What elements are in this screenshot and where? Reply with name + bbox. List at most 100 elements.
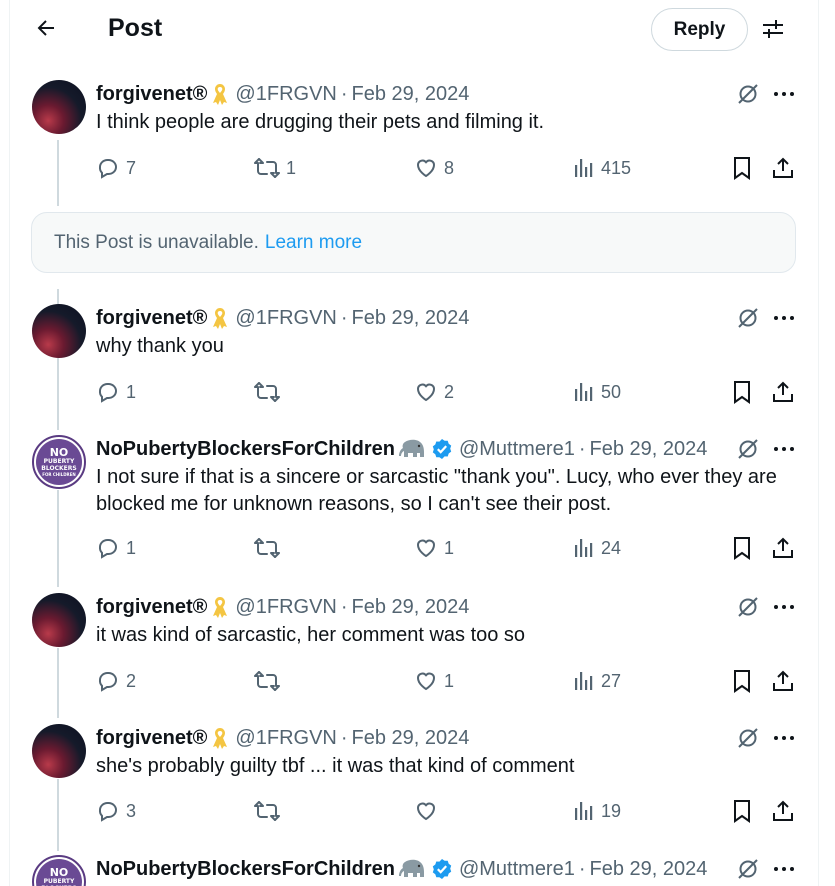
- grok-icon[interactable]: [735, 305, 761, 331]
- author-name[interactable]: forgivenet®: [96, 83, 207, 106]
- post-actions: 7 1 8 415: [0, 153, 835, 183]
- back-arrow-icon[interactable]: [30, 12, 62, 44]
- author-name[interactable]: NoPubertyBlockersForChildren: [96, 438, 395, 461]
- reply-count: 1: [126, 537, 137, 558]
- repost-icon: [254, 536, 280, 560]
- like-icon: [414, 669, 438, 693]
- author-handle[interactable]: @Muttmere1: [459, 438, 575, 461]
- reply-count: 3: [126, 800, 137, 821]
- share-icon[interactable]: [771, 377, 795, 407]
- post-date[interactable]: Feb 29, 2024: [352, 727, 470, 750]
- bookmark-icon[interactable]: [731, 377, 753, 407]
- views-action[interactable]: 24: [573, 533, 621, 563]
- views-action[interactable]: 50: [573, 377, 621, 407]
- post-actions: 2 1 27: [0, 666, 835, 696]
- grok-icon[interactable]: [735, 856, 761, 882]
- separator-dot: ·: [340, 595, 348, 618]
- view-count: 19: [601, 800, 622, 821]
- like-action[interactable]: 1: [414, 666, 454, 696]
- view-count: 27: [601, 670, 622, 691]
- author-handle[interactable]: @1FRGVN: [235, 596, 336, 619]
- like-action[interactable]: 1: [414, 533, 454, 563]
- reply-action[interactable]: 2: [96, 666, 136, 696]
- author-name[interactable]: NoPubertyBlockersForChildren: [96, 858, 395, 881]
- sliders-icon[interactable]: [757, 12, 789, 46]
- share-icon[interactable]: [771, 153, 795, 183]
- repost-action[interactable]: [254, 377, 286, 407]
- bookmark-icon[interactable]: [731, 666, 753, 696]
- more-options-icon[interactable]: [770, 594, 798, 620]
- repost-action[interactable]: [254, 666, 286, 696]
- repost-icon: [254, 799, 280, 823]
- separator-dot: ·: [578, 437, 586, 460]
- bookmark-icon[interactable]: [731, 533, 753, 563]
- post-date[interactable]: Feb 29, 2024: [352, 307, 470, 330]
- author-name[interactable]: forgivenet®: [96, 307, 207, 330]
- author-handle[interactable]: @1FRGVN: [235, 307, 336, 330]
- share-icon[interactable]: [771, 533, 795, 563]
- post-actions: 1 2 50: [0, 377, 835, 407]
- share-icon[interactable]: [771, 666, 795, 696]
- avatar[interactable]: NOPUBERTYBLOCKERSFOR CHILDREN: [32, 435, 86, 489]
- more-options-icon[interactable]: [770, 725, 798, 751]
- avatar[interactable]: [32, 80, 86, 134]
- repost-count: 1: [286, 157, 297, 178]
- learn-more-link[interactable]: Learn more: [265, 232, 362, 254]
- grok-icon[interactable]: [735, 594, 761, 620]
- more-options-icon[interactable]: [770, 436, 798, 462]
- repost-action[interactable]: [254, 796, 286, 826]
- unavailable-text: This Post is unavailable.: [54, 231, 259, 253]
- like-action[interactable]: [414, 796, 444, 826]
- grok-icon[interactable]: [735, 436, 761, 462]
- author-name[interactable]: forgivenet®: [96, 727, 207, 750]
- views-action[interactable]: 27: [573, 666, 621, 696]
- reply-action[interactable]: 7: [96, 153, 136, 183]
- unavailable-post-notice: This Post is unavailable. Learn more: [31, 212, 796, 273]
- avatar[interactable]: [32, 724, 86, 778]
- author-handle[interactable]: @1FRGVN: [235, 727, 336, 750]
- post-author-row: forgivenet® @1FRGVN · Feb 29, 2024: [96, 594, 469, 620]
- views-action[interactable]: 415: [573, 153, 631, 183]
- more-options-icon[interactable]: [770, 81, 798, 107]
- grok-icon[interactable]: [735, 725, 761, 751]
- reply-action[interactable]: 3: [96, 796, 136, 826]
- like-action[interactable]: 2: [414, 377, 454, 407]
- reply-icon: [96, 536, 120, 560]
- more-options-icon[interactable]: [770, 305, 798, 331]
- like-icon: [414, 156, 438, 180]
- reply-icon: [96, 156, 120, 180]
- author-name[interactable]: forgivenet®: [96, 596, 207, 619]
- views-action[interactable]: 19: [573, 796, 621, 826]
- avatar[interactable]: [32, 304, 86, 358]
- like-count: 1: [444, 670, 455, 691]
- post-text: it was kind of sarcastic, her comment wa…: [96, 624, 526, 646]
- repost-icon: [254, 669, 280, 693]
- share-icon[interactable]: [771, 796, 795, 826]
- separator-dot: ·: [578, 857, 586, 880]
- bookmark-icon[interactable]: [731, 153, 753, 183]
- views-icon: [573, 800, 595, 822]
- reply-button[interactable]: Reply: [651, 8, 748, 51]
- bookmark-icon[interactable]: [731, 796, 753, 826]
- author-handle[interactable]: @Muttmere1: [459, 858, 575, 881]
- grok-icon[interactable]: [735, 81, 761, 107]
- more-options-icon[interactable]: [770, 856, 798, 882]
- views-icon: [573, 670, 595, 692]
- ribbon-icon: [211, 595, 229, 619]
- reply-icon: [96, 380, 120, 404]
- reply-action[interactable]: 1: [96, 377, 136, 407]
- post-date[interactable]: Feb 29, 2024: [352, 83, 470, 106]
- like-count: 2: [444, 381, 455, 402]
- avatar[interactable]: [32, 593, 86, 647]
- repost-action[interactable]: 1: [254, 153, 296, 183]
- post-date[interactable]: Feb 29, 2024: [352, 596, 470, 619]
- author-handle[interactable]: @1FRGVN: [235, 83, 336, 106]
- view-count: 24: [601, 537, 622, 558]
- like-count: 1: [444, 537, 455, 558]
- repost-action[interactable]: [254, 533, 286, 563]
- post-date[interactable]: Feb 29, 2024: [590, 438, 708, 461]
- post-date[interactable]: Feb 29, 2024: [590, 858, 708, 881]
- separator-dot: ·: [340, 82, 348, 105]
- reply-action[interactable]: 1: [96, 533, 136, 563]
- like-action[interactable]: 8: [414, 153, 454, 183]
